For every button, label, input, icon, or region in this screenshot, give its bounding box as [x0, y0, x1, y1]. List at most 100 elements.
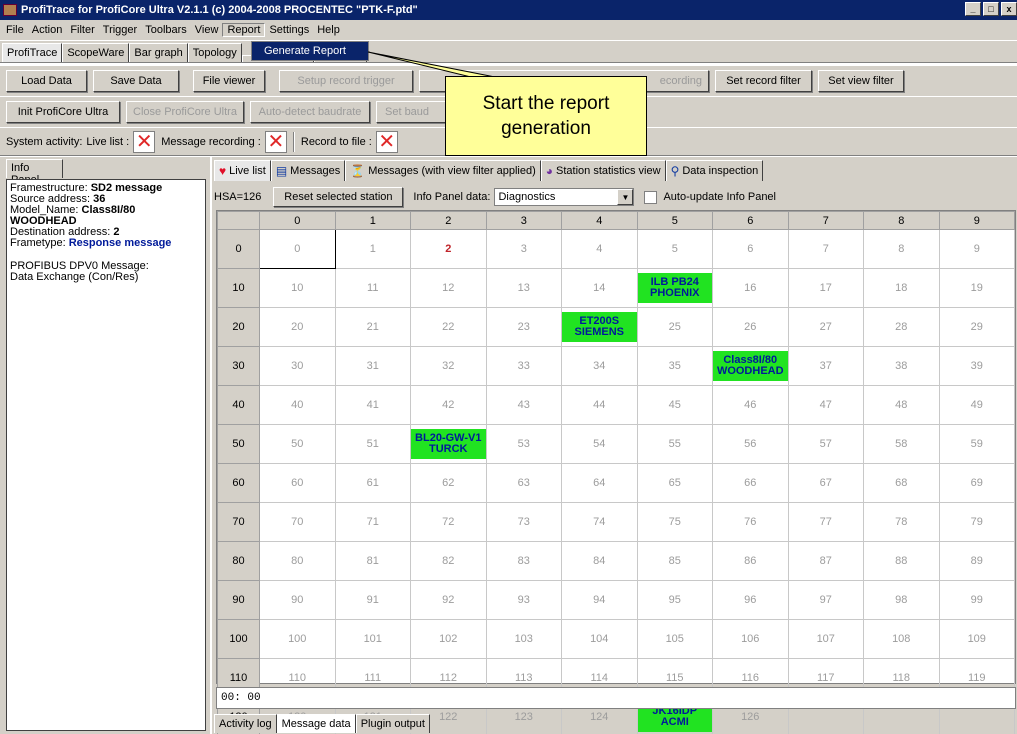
file-viewer-button[interactable]: File viewer	[193, 70, 265, 92]
address-cell[interactable]: 37	[787, 346, 864, 386]
auto-update-checkbox[interactable]	[644, 190, 658, 204]
address-cell[interactable]: 70	[259, 502, 336, 542]
address-cell[interactable]: 45	[636, 385, 713, 425]
close-proficore-button[interactable]: Close ProfiCore Ultra	[126, 101, 244, 123]
address-cell[interactable]: 100	[259, 619, 336, 659]
address-cell[interactable]: 6	[712, 229, 789, 269]
address-cell[interactable]: 65	[636, 463, 713, 503]
address-cell[interactable]: 14	[561, 268, 638, 308]
address-cell[interactable]: 13	[485, 268, 562, 308]
menu-action[interactable]: Action	[28, 24, 67, 36]
address-cell[interactable]: 9	[938, 229, 1015, 269]
address-cell[interactable]: 64	[561, 463, 638, 503]
address-cell[interactable]: 67	[787, 463, 864, 503]
tab-live-list[interactable]: ♥ Live list	[214, 160, 271, 181]
address-cell[interactable]: 18	[863, 268, 940, 308]
address-cell[interactable]: 58	[863, 424, 940, 464]
tab-topology[interactable]: Topology	[187, 43, 242, 62]
generate-report-menu-item[interactable]: Generate Report	[251, 41, 369, 61]
address-cell[interactable]: 97	[787, 580, 864, 620]
address-cell[interactable]: 106	[712, 619, 789, 659]
address-cell[interactable]: 34	[561, 346, 638, 386]
address-cell[interactable]: 90	[259, 580, 336, 620]
address-cell[interactable]: 104	[561, 619, 638, 659]
tab-scopeware[interactable]: ScopeWare	[62, 43, 130, 62]
tab-plugin-output[interactable]: Plugin output	[355, 714, 430, 733]
address-cell[interactable]: 44	[561, 385, 638, 425]
tab-messages-filtered[interactable]: ⏳ Messages (with view filter applied)	[345, 160, 541, 181]
address-cell[interactable]: 66	[712, 463, 789, 503]
address-cell[interactable]: 27	[787, 307, 864, 347]
station-cell[interactable]: ET200S SIEMENS	[561, 307, 638, 347]
address-cell[interactable]: 31	[334, 346, 411, 386]
address-cell[interactable]: 42	[410, 385, 487, 425]
address-cell[interactable]: 83	[485, 541, 562, 581]
address-cell[interactable]: 41	[334, 385, 411, 425]
address-cell[interactable]: 3	[485, 229, 562, 269]
address-cell[interactable]: 54	[561, 424, 638, 464]
address-cell[interactable]: 17	[787, 268, 864, 308]
address-cell[interactable]: 49	[938, 385, 1015, 425]
address-cell[interactable]: 81	[334, 541, 411, 581]
address-cell[interactable]: 93	[485, 580, 562, 620]
address-cell[interactable]: 89	[938, 541, 1015, 581]
address-cell[interactable]: 55	[636, 424, 713, 464]
address-cell[interactable]: 94	[561, 580, 638, 620]
init-proficore-button[interactable]: Init ProfiCore Ultra	[6, 101, 120, 123]
address-cell[interactable]: 75	[636, 502, 713, 542]
menu-file[interactable]: File	[2, 24, 28, 36]
address-cell[interactable]: 43	[485, 385, 562, 425]
address-cell[interactable]: 103	[485, 619, 562, 659]
address-cell[interactable]: 40	[259, 385, 336, 425]
station-cell[interactable]: BL20-GW-V1 TURCK	[410, 424, 487, 464]
address-cell[interactable]: 5	[636, 229, 713, 269]
tab-message-data[interactable]: Message data	[276, 714, 356, 733]
address-cell[interactable]: 7	[787, 229, 864, 269]
address-cell[interactable]: 1	[334, 229, 411, 269]
address-cell[interactable]: 26	[712, 307, 789, 347]
address-cell[interactable]: 19	[938, 268, 1015, 308]
reset-station-button[interactable]: Reset selected station	[273, 187, 404, 207]
address-cell[interactable]: 102	[410, 619, 487, 659]
address-cell[interactable]: 60	[259, 463, 336, 503]
menu-trigger[interactable]: Trigger	[99, 24, 141, 36]
address-cell[interactable]: 101	[334, 619, 411, 659]
address-cell[interactable]: 88	[863, 541, 940, 581]
setup-record-trigger-button[interactable]: Setup record trigger	[279, 70, 413, 92]
address-cell[interactable]: 11	[334, 268, 411, 308]
address-cell[interactable]: 107	[787, 619, 864, 659]
address-cell[interactable]: 63	[485, 463, 562, 503]
address-cell[interactable]: 86	[712, 541, 789, 581]
address-cell[interactable]: 74	[561, 502, 638, 542]
address-cell[interactable]: 72	[410, 502, 487, 542]
close-button[interactable]: x	[1001, 2, 1017, 16]
address-cell[interactable]: 79	[938, 502, 1015, 542]
address-cell[interactable]: 30	[259, 346, 336, 386]
address-cell[interactable]: 23	[485, 307, 562, 347]
address-cell[interactable]: 4	[561, 229, 638, 269]
address-cell[interactable]: 2	[410, 229, 487, 269]
load-data-button[interactable]: Load Data	[6, 70, 87, 92]
address-cell[interactable]: 77	[787, 502, 864, 542]
maximize-button[interactable]: □	[983, 2, 999, 16]
station-cell[interactable]: Class8I/80 WOODHEAD	[712, 346, 789, 386]
save-data-button[interactable]: Save Data	[93, 70, 179, 92]
auto-detect-baudrate-button[interactable]: Auto-detect baudrate	[250, 101, 370, 123]
address-cell[interactable]: 39	[938, 346, 1015, 386]
address-cell[interactable]: 50	[259, 424, 336, 464]
address-cell[interactable]: 28	[863, 307, 940, 347]
address-cell[interactable]: 21	[334, 307, 411, 347]
address-cell[interactable]: 84	[561, 541, 638, 581]
menu-report[interactable]: Report	[222, 23, 266, 37]
info-panel-data-select[interactable]: Diagnostics ▼	[494, 188, 635, 206]
address-cell[interactable]: 95	[636, 580, 713, 620]
set-record-filter-button[interactable]: Set record filter	[715, 70, 812, 92]
address-cell[interactable]: 25	[636, 307, 713, 347]
station-cell[interactable]: ILB PB24 PHOENIX	[636, 268, 713, 308]
address-cell[interactable]: 85	[636, 541, 713, 581]
chevron-down-icon[interactable]: ▼	[617, 189, 634, 205]
address-cell[interactable]: 91	[334, 580, 411, 620]
address-cell[interactable]: 33	[485, 346, 562, 386]
address-cell[interactable]: 92	[410, 580, 487, 620]
address-cell[interactable]: 76	[712, 502, 789, 542]
